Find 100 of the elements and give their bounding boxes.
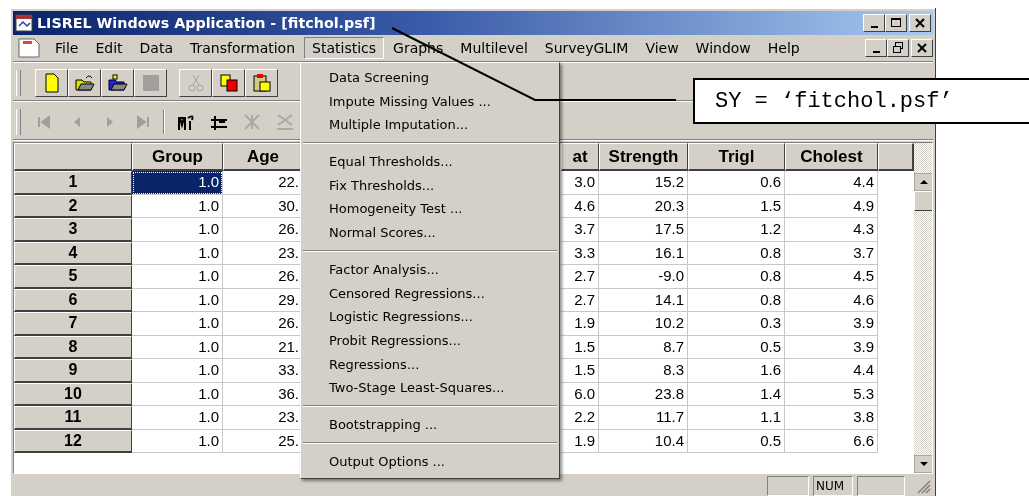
open-alt-button[interactable]	[101, 69, 134, 97]
table-cell[interactable]: 1.5	[561, 359, 599, 383]
table-cell[interactable]: 10.2	[599, 312, 688, 336]
table-cell[interactable]: 4.5	[785, 265, 878, 289]
table-cell[interactable]: 1.6	[688, 359, 785, 383]
column-header[interactable]: Group	[132, 143, 223, 171]
table-cell[interactable]: 1.2	[688, 218, 785, 242]
table-cell[interactable]: 4.3	[785, 218, 878, 242]
scrollbar[interactable]	[914, 143, 932, 473]
table-cell[interactable]: 23.8	[599, 382, 688, 406]
menu-item[interactable]: Logistic Regressions...	[303, 305, 557, 329]
table-cell[interactable]: 1.0	[132, 218, 223, 242]
table-cell[interactable]: 4.4	[785, 359, 878, 383]
table-cell[interactable]: 1.0	[132, 382, 223, 406]
table-cell[interactable]: 1.0	[132, 288, 223, 312]
table-cell[interactable]: 0.8	[688, 241, 785, 265]
paste-button[interactable]	[245, 69, 278, 97]
column-header[interactable]: at	[561, 143, 599, 171]
table-cell[interactable]: 4.4	[785, 171, 878, 195]
table-cell[interactable]: 1.0	[132, 335, 223, 359]
column-header[interactable]: Cholest	[785, 143, 878, 171]
column-header[interactable]: Age	[223, 143, 303, 171]
table-cell[interactable]: 3.0	[561, 171, 599, 195]
table-cell[interactable]: 2.7	[561, 265, 599, 289]
restore-button[interactable]	[887, 39, 909, 57]
menu-item[interactable]: Edit	[87, 37, 131, 59]
menu-item[interactable]: Output Options ...	[303, 449, 557, 474]
menu-item[interactable]: Data	[131, 37, 181, 59]
table-cell[interactable]: 1.0	[132, 194, 223, 218]
table-cell[interactable]: 1.0	[132, 241, 223, 265]
new-button[interactable]	[35, 69, 68, 97]
maximize-button[interactable]	[885, 14, 907, 32]
close-button[interactable]	[909, 14, 931, 32]
document-icon[interactable]	[17, 37, 41, 59]
row-header[interactable]: 9	[14, 359, 132, 383]
menu-item[interactable]: Factor Analysis...	[303, 257, 557, 282]
table-cell[interactable]: 4.6	[561, 194, 599, 218]
table-cell[interactable]: 1.1	[688, 406, 785, 430]
menu-item[interactable]: Normal Scores...	[303, 221, 557, 245]
table-cell[interactable]: 3.8	[785, 406, 878, 430]
menu-item[interactable]: Data Screening	[303, 66, 557, 90]
table-cell[interactable]: 1.0	[132, 429, 223, 453]
table-cell[interactable]: 10.4	[599, 429, 688, 453]
table-cell[interactable]: 1.5	[561, 335, 599, 359]
menu-item[interactable]: Help	[759, 37, 808, 59]
menu-item[interactable]: Transformation	[182, 37, 304, 59]
table-cell[interactable]: 1.0	[132, 312, 223, 336]
copy-button[interactable]	[212, 69, 245, 97]
row-header[interactable]: 2	[14, 194, 132, 218]
menu-item[interactable]: Multilevel	[452, 37, 536, 59]
table-cell[interactable]: 11.7	[599, 406, 688, 430]
table-cell[interactable]: 0.8	[688, 265, 785, 289]
table-cell[interactable]: 1.0	[132, 359, 223, 383]
menu-item[interactable]: SurveyGLIM	[536, 37, 637, 59]
row-header[interactable]: 5	[14, 265, 132, 289]
minimize-button[interactable]	[865, 39, 887, 57]
table-cell[interactable]: 8.7	[599, 335, 688, 359]
table-cell[interactable]: 1.0	[132, 406, 223, 430]
column-header[interactable]: Strength	[599, 143, 688, 171]
row-header[interactable]: 8	[14, 335, 132, 359]
row-header[interactable]: 12	[14, 429, 132, 453]
row-header[interactable]: 6	[14, 288, 132, 312]
table-cell[interactable]: 3.9	[785, 335, 878, 359]
row-header[interactable]: 4	[14, 241, 132, 265]
menu-item[interactable]: File	[47, 37, 87, 59]
table-cell[interactable]: 6.6	[785, 429, 878, 453]
table-cell[interactable]: 16.1	[599, 241, 688, 265]
menu-item[interactable]: Statistics	[304, 37, 385, 59]
table-cell[interactable]: 4.9	[785, 194, 878, 218]
table-cell[interactable]: 1.4	[688, 382, 785, 406]
table-cell[interactable]: 0.3	[688, 312, 785, 336]
menu-item[interactable]: Two-Stage Least-Squares...	[303, 376, 557, 400]
menu-item[interactable]: Impute Missing Values ...	[303, 89, 557, 114]
table-cell[interactable]: 2.2	[561, 406, 599, 430]
menu-item[interactable]: Bootstrapping ...	[303, 412, 557, 437]
menu-item[interactable]: View	[637, 37, 687, 59]
table-cell[interactable]: 3.7	[561, 218, 599, 242]
table-cell[interactable]: 15.2	[599, 171, 688, 195]
table-cell[interactable]: -9.0	[599, 265, 688, 289]
table-cell[interactable]: 3.3	[561, 241, 599, 265]
row-header[interactable]: 1	[14, 171, 132, 195]
menu-item[interactable]: Probit Regressions...	[303, 328, 557, 353]
row-header[interactable]: 10	[14, 382, 132, 406]
menu-item[interactable]: Homogeneity Test ...	[303, 197, 557, 222]
table-cell[interactable]: 0.6	[688, 171, 785, 195]
close-button[interactable]	[911, 39, 933, 57]
table-cell[interactable]: 5.3	[785, 382, 878, 406]
row-header[interactable]: 7	[14, 312, 132, 336]
menu-item[interactable]: Censored Regressions...	[303, 281, 557, 306]
column-header[interactable]: Trigl	[688, 143, 785, 171]
table-cell[interactable]: 8.3	[599, 359, 688, 383]
table-cell[interactable]: 1.9	[561, 429, 599, 453]
table-cell[interactable]: 3.9	[785, 312, 878, 336]
table-cell[interactable]: 4.6	[785, 288, 878, 312]
table-cell[interactable]: 1.0	[132, 265, 223, 289]
menu-item[interactable]: Equal Thresholds...	[303, 150, 557, 174]
scroll-thumb[interactable]	[914, 191, 932, 211]
table-cell[interactable]: 1.9	[561, 312, 599, 336]
table-cell[interactable]: 3.7	[785, 241, 878, 265]
table-cell[interactable]: 0.5	[688, 429, 785, 453]
